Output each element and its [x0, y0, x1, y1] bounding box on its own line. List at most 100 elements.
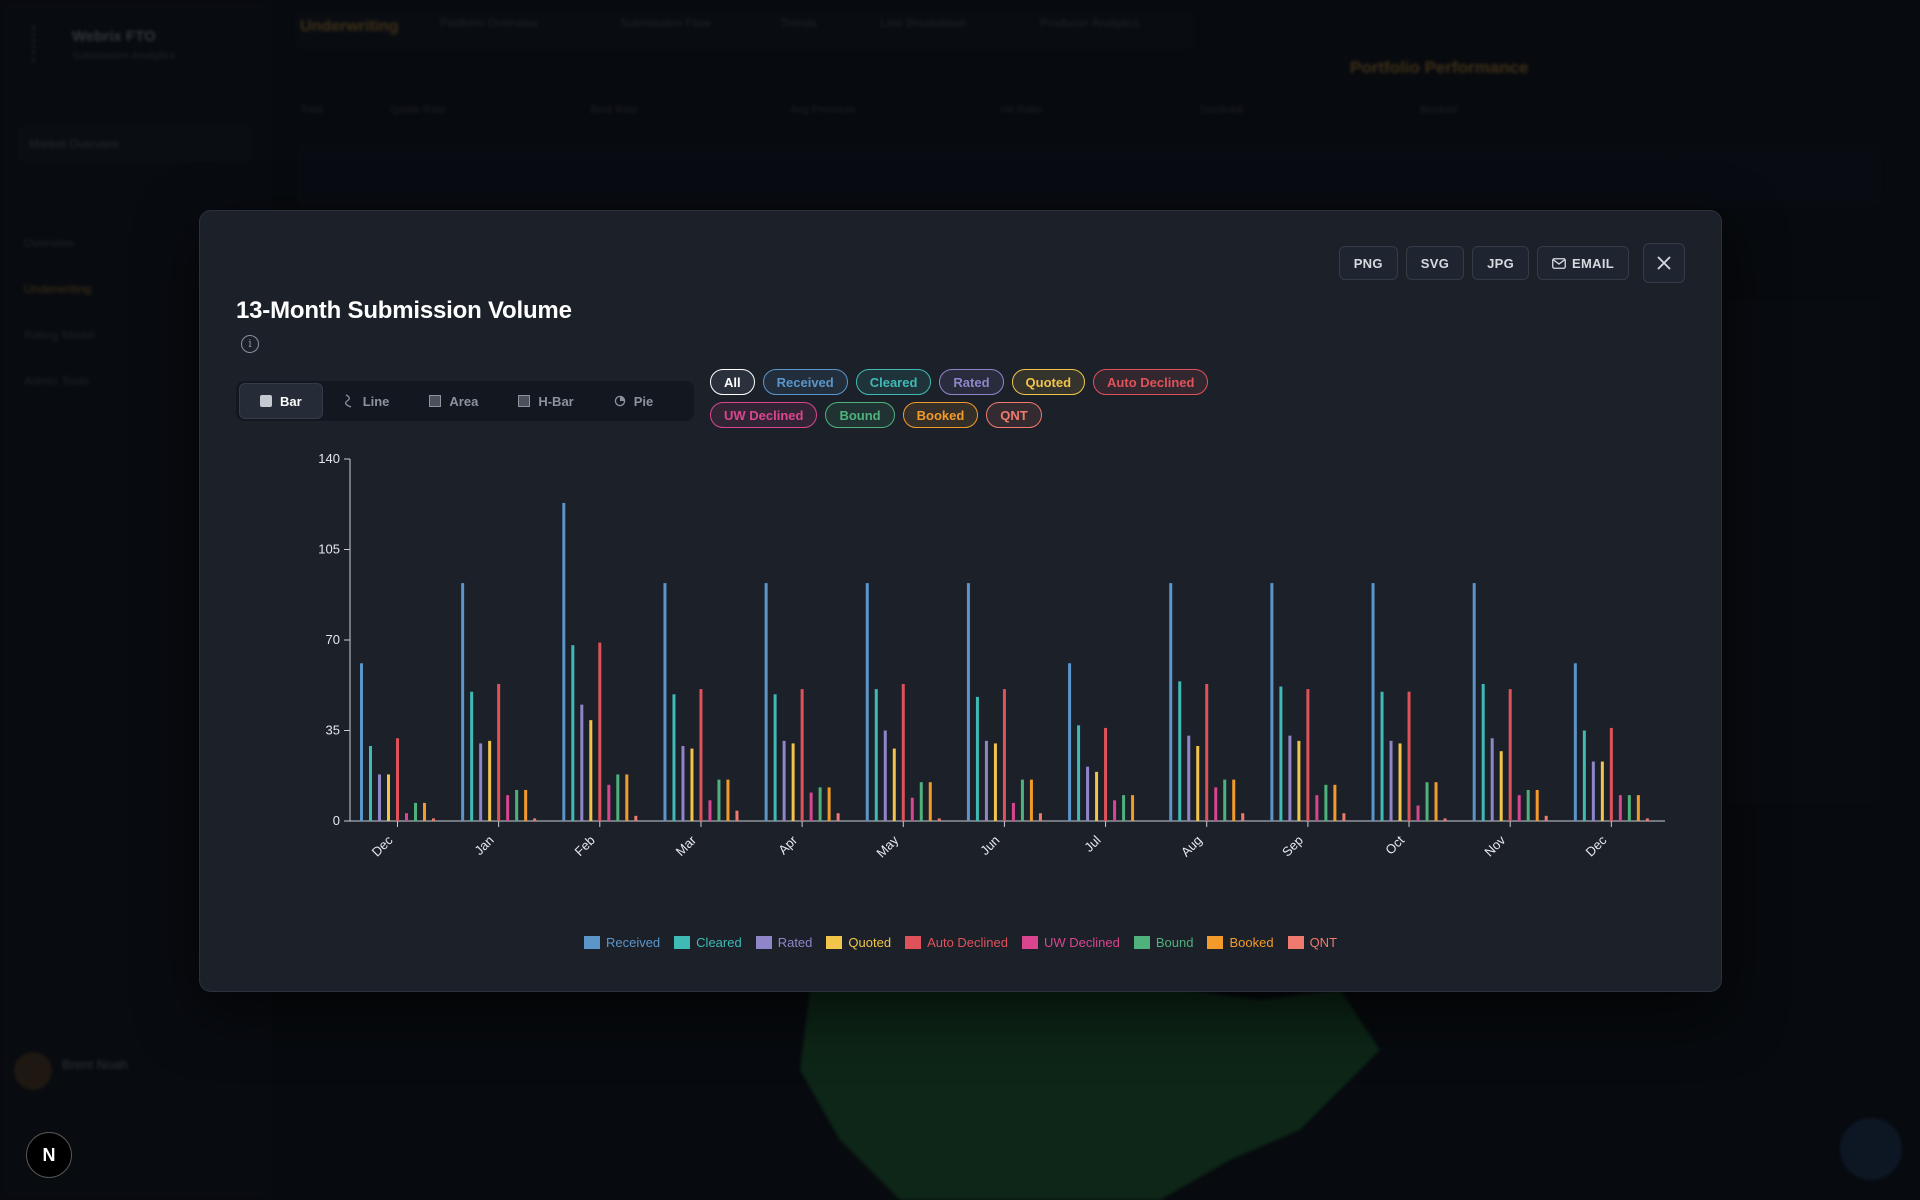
bar-quoted-oct	[1398, 743, 1402, 821]
legend-label: Quoted	[848, 935, 892, 950]
filter-chip-bound[interactable]: Bound	[825, 402, 895, 428]
export-svg-button[interactable]: SVG	[1405, 246, 1465, 280]
x-tick-label: Sep	[1279, 833, 1306, 860]
bar-qnt-apr	[836, 813, 840, 821]
bar-cleared-dec	[369, 746, 372, 821]
y-tick-label: 70	[326, 632, 340, 647]
bar-received-apr	[764, 583, 768, 821]
bar-received-dec	[1573, 663, 1577, 821]
chart-type-bar[interactable]: Bar	[239, 383, 323, 419]
bar-received-mar	[663, 583, 667, 821]
bar-booked-mar	[726, 779, 730, 821]
legend-item-quoted[interactable]: Quoted	[826, 935, 891, 950]
close-button[interactable]	[1643, 243, 1685, 283]
bar-booked-apr	[827, 787, 831, 821]
legend-swatch	[674, 936, 691, 949]
bar-uw-declined-jun	[1011, 802, 1015, 821]
bar-rated-aug	[1187, 735, 1191, 821]
chart-type-pie[interactable]: Pie	[594, 384, 674, 418]
legend-item-auto-declined[interactable]: Auto Declined	[905, 935, 1008, 950]
chart-type-line[interactable]: Line	[323, 384, 410, 418]
bar-quoted-nov	[1499, 751, 1503, 821]
bar-booked-aug	[1232, 779, 1236, 821]
bar-quoted-jan	[488, 740, 492, 821]
info-circle-icon[interactable]: i	[241, 335, 259, 353]
legend-item-cleared[interactable]: Cleared	[674, 935, 742, 950]
bar-received-aug	[1169, 583, 1173, 821]
bar-cleared-aug	[1178, 681, 1182, 821]
x-tick-label: Aug	[1178, 833, 1205, 860]
legend-item-received[interactable]: Received	[583, 935, 660, 950]
bar-auto-declined-nov	[1508, 689, 1512, 821]
filter-chip-qnt[interactable]: QNT	[986, 402, 1042, 428]
chart-type-hbar[interactable]: H-Bar	[498, 384, 593, 418]
bar-received-jan	[461, 583, 465, 821]
bar-booked-may	[928, 782, 932, 821]
bar-auto-declined-jan	[497, 683, 501, 821]
bar-auto-declined-oct	[1407, 691, 1411, 821]
bar-bound-feb	[616, 774, 620, 821]
filter-chip-uw-declined[interactable]: UW Declined	[710, 402, 818, 428]
bar-uw-declined-dec	[405, 813, 408, 821]
hbar-chart-icon	[518, 395, 531, 407]
bar-rated-sep	[1288, 735, 1292, 821]
bar-booked-oct	[1434, 782, 1438, 821]
mail-icon	[1552, 257, 1566, 269]
bar-quoted-aug	[1196, 746, 1200, 821]
legend-label: Auto Declined	[927, 935, 1009, 950]
export-png-button[interactable]: PNG	[1338, 246, 1398, 280]
bar-quoted-dec	[387, 774, 390, 821]
bar-auto-declined-feb	[598, 642, 602, 821]
bar-rated-jan	[479, 743, 483, 821]
filter-chip-cleared[interactable]: Cleared	[855, 369, 932, 395]
area-chart-icon	[429, 395, 442, 407]
bar-received-oct	[1371, 583, 1375, 821]
legend-label: Cleared	[696, 935, 742, 950]
bar-cleared-oct	[1380, 691, 1384, 821]
x-tick-label: Mar	[673, 832, 700, 859]
bar-qnt-dec	[1645, 818, 1649, 821]
bar-uw-declined-nov	[1517, 795, 1521, 821]
y-tick-label: 140	[318, 451, 340, 466]
filter-chip-booked[interactable]: Booked	[902, 402, 979, 428]
filter-chip-all[interactable]: All	[710, 369, 755, 395]
bar-rated-apr	[782, 740, 786, 821]
bar-booked-jan	[524, 789, 528, 821]
export-email-label: EMAIL	[1572, 255, 1614, 271]
y-tick-label: 0	[333, 813, 340, 828]
legend-item-qnt[interactable]: QNT	[1287, 935, 1337, 950]
export-jpg-button[interactable]: JPG	[1472, 246, 1530, 280]
legend-item-uw-declined[interactable]: UW Declined	[1022, 935, 1120, 950]
bar-cleared-apr	[773, 694, 777, 821]
legend-item-rated[interactable]: Rated	[755, 935, 812, 950]
filter-chip-rated[interactable]: Rated	[939, 369, 1004, 395]
bar-uw-declined-feb	[607, 784, 611, 821]
chart-type-area[interactable]: Area	[409, 384, 498, 418]
bar-qnt-jun	[1038, 813, 1042, 821]
legend-item-bound[interactable]: Bound	[1133, 935, 1193, 950]
chart-type-line-label: Line	[362, 393, 390, 409]
line-chart-icon	[344, 394, 351, 408]
legend-item-booked[interactable]: Booked	[1207, 935, 1274, 950]
pie-chart-icon	[614, 395, 625, 407]
bar-auto-declined-dec	[1609, 727, 1613, 821]
bar-cleared-nov	[1481, 683, 1485, 821]
bar-booked-dec	[1636, 795, 1640, 821]
export-email-button[interactable]: EMAIL	[1537, 246, 1629, 280]
filter-chip-received[interactable]: Received	[762, 369, 848, 395]
bar-auto-declined-may	[901, 683, 905, 821]
bar-quoted-mar	[690, 748, 694, 821]
filter-chip-quoted[interactable]: Quoted	[1011, 369, 1086, 395]
framework-badge[interactable]: N	[26, 1132, 72, 1178]
filter-chip-auto-declined[interactable]: Auto Declined	[1093, 369, 1209, 395]
bar-bound-nov	[1526, 789, 1530, 821]
bar-booked-dec	[423, 802, 426, 821]
bar-auto-declined-apr	[800, 689, 804, 821]
bar-received-sep	[1270, 583, 1274, 821]
legend-swatch	[583, 936, 600, 949]
x-tick-label: Feb	[571, 833, 597, 859]
chart-area: 0 35 70 105 140 Dec Jan Feb Mar Apr May Jun Jul Aug Se…	[200, 441, 1721, 901]
bar-qnt-oct	[1443, 818, 1447, 821]
bar-qnt-jan	[533, 818, 537, 821]
bar-received-may	[865, 583, 869, 821]
